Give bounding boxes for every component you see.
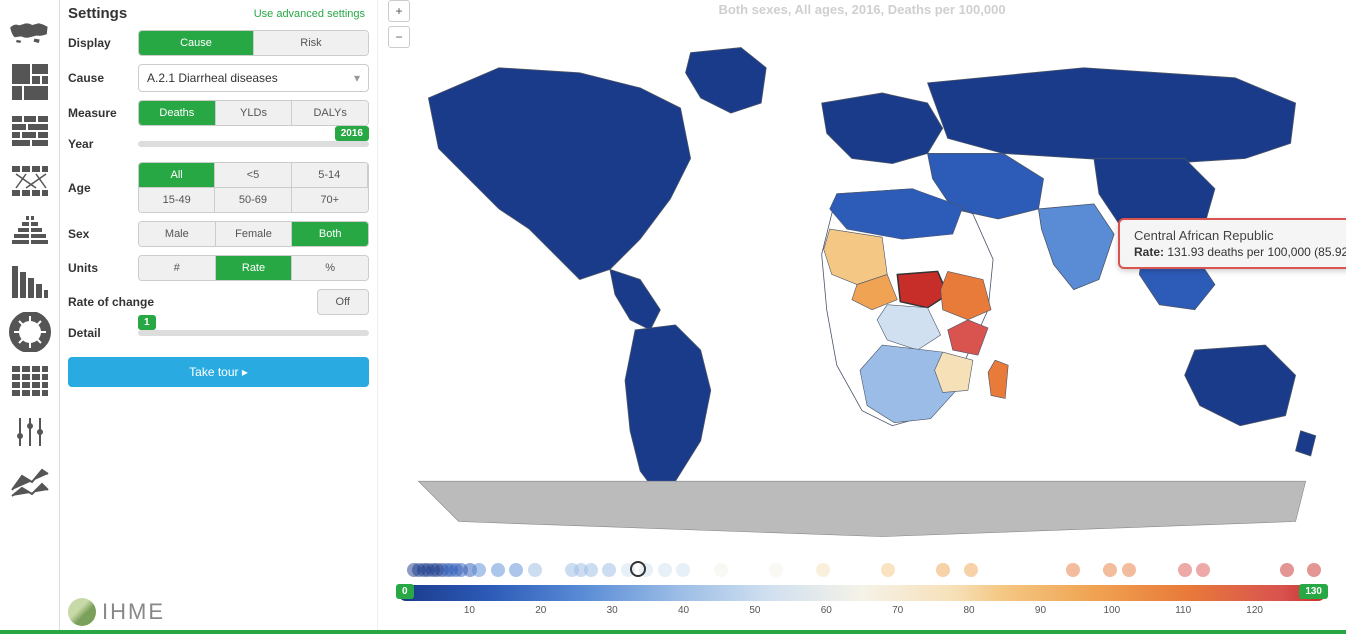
legend-ticks: 10 20 30 40 50 60 70 80 90 100 110 120 [398,605,1326,620]
legend-tick: 90 [1035,605,1046,616]
age-label: Age [68,181,138,195]
nav-pyramid-icon[interactable] [6,208,54,256]
map-tooltip: Central African Republic Rate: 131.93 de… [1118,218,1346,269]
cause-label: Cause [68,71,138,85]
legend-dot [1103,563,1117,577]
year-slider[interactable]: 2016 [138,134,369,154]
sex-label: Sex [68,227,138,241]
units-rate-button[interactable]: Rate [216,256,293,280]
take-tour-button[interactable]: Take tour ▸ [68,357,369,387]
tooltip-country: Central African Republic [1134,228,1346,243]
legend-dot [1280,563,1294,577]
nav-bricks-icon[interactable] [6,108,54,156]
legend-tick: 70 [892,605,903,616]
nav-donut-icon[interactable] [6,308,54,356]
legend-dot [658,563,672,577]
measure-deaths-button[interactable]: Deaths [139,101,216,125]
legend-dot [936,563,950,577]
tooltip-rate-label: Rate: [1134,245,1164,259]
legend-dot [1066,563,1080,577]
legend-tick: 50 [749,605,760,616]
logo-text: IHME [102,599,165,625]
detail-value-badge: 1 [138,315,156,330]
map-title: Both sexes, All ages, 2016, Deaths per 1… [378,0,1346,17]
detail-slider[interactable]: 1 [138,323,369,343]
legend-dot [1122,563,1136,577]
legend-dot [584,563,598,577]
ihme-logo[interactable]: IHME [68,598,165,626]
measure-dalys-button[interactable]: DALYs [292,101,368,125]
legend-tick: 30 [607,605,618,616]
legend-tick: 120 [1246,605,1263,616]
legend-dot [1178,563,1192,577]
legend-highlight-ring [630,561,646,577]
legend-dot [769,563,783,577]
legend-max: 130 [1299,584,1328,599]
legend-dot [602,563,616,577]
legend-dot [676,563,690,577]
age-70-button[interactable]: 70+ [292,187,368,212]
nav-sliders-icon[interactable] [6,408,54,456]
age-all-button[interactable]: All [139,163,215,187]
legend-tick: 10 [464,605,475,616]
age-lt5-button[interactable]: <5 [215,163,291,187]
legend-dot [491,563,505,577]
roc-label: Rate of change [68,295,317,309]
legend-tick: 80 [964,605,975,616]
units-label: Units [68,261,138,275]
units-num-button[interactable]: # [139,256,216,280]
viz-type-nav [0,0,60,630]
world-map[interactable] [378,17,1346,542]
measure-ylds-button[interactable]: YLDs [216,101,293,125]
nav-lines-icon[interactable] [6,458,54,506]
sex-both-button[interactable]: Both [292,222,368,246]
legend-dot [472,563,486,577]
settings-title: Settings [68,5,127,22]
nav-arrows-icon[interactable] [6,158,54,206]
units-pct-button[interactable]: % [292,256,368,280]
legend-tick: 100 [1104,605,1121,616]
display-cause-button[interactable]: Cause [139,31,254,55]
age-5-14-button[interactable]: 5-14 [292,163,368,187]
roc-toggle[interactable]: Off [317,289,369,315]
legend-min: 0 [396,584,414,599]
cause-select[interactable]: A.2.1 Diarrheal diseases [138,64,369,92]
display-label: Display [68,36,138,50]
legend-tick: 110 [1175,605,1191,616]
nav-grid-icon[interactable] [6,358,54,406]
legend-dot [964,563,978,577]
legend-dot [816,563,830,577]
legend-dot [1196,563,1210,577]
measure-label: Measure [68,106,138,120]
legend-gradient-bar[interactable]: 0 130 [398,585,1326,601]
settings-panel: Settings Use advanced settings Display C… [60,0,378,630]
age-50-69-button[interactable]: 50-69 [215,187,291,212]
nav-steps-icon[interactable] [6,258,54,306]
sex-female-button[interactable]: Female [216,222,293,246]
nav-map-icon[interactable] [6,8,54,56]
detail-label: Detail [68,326,138,340]
zoom-out-button[interactable]: − [388,26,410,48]
legend-tick: 40 [678,605,689,616]
zoom-in-button[interactable]: + [388,0,410,22]
logo-icon [68,598,96,626]
legend-dot [528,563,542,577]
age-15-49-button[interactable]: 15-49 [139,187,215,212]
legend-dot-strip [398,555,1326,585]
legend-dot [509,563,523,577]
legend-dot [881,563,895,577]
legend-tick: 60 [821,605,832,616]
year-label: Year [68,137,138,151]
legend-dot [714,563,728,577]
year-value-badge: 2016 [335,126,369,141]
display-risk-button[interactable]: Risk [254,31,368,55]
tooltip-rate-text: 131.93 deaths per 100,000 (85.92 — 192.5… [1167,245,1346,259]
legend-tick: 20 [535,605,546,616]
main-map-area: Both sexes, All ages, 2016, Deaths per 1… [378,0,1346,630]
legend: 0 130 10 20 30 40 50 60 70 80 90 100 110 120 [398,555,1326,620]
nav-treemap-icon[interactable] [6,58,54,106]
sex-male-button[interactable]: Male [139,222,216,246]
legend-dot [1307,563,1321,577]
advanced-settings-link[interactable]: Use advanced settings [254,8,365,20]
